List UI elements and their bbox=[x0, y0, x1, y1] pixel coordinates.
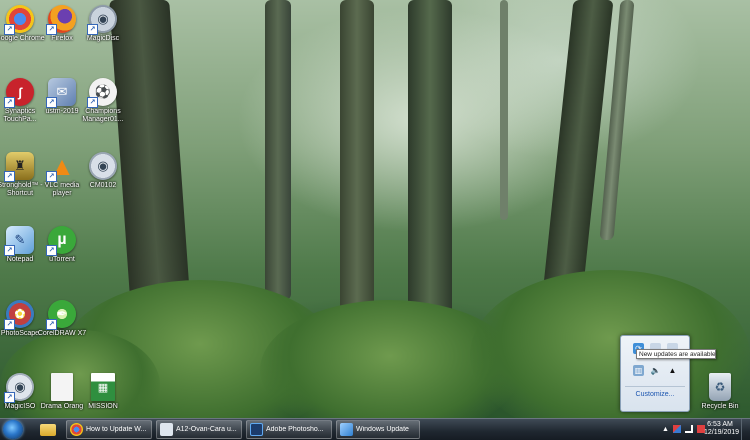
desktop-icon-notepad[interactable]: ✎ ↗ Notepad bbox=[0, 226, 42, 264]
excel-icon: ▦ bbox=[91, 373, 115, 401]
document-icon bbox=[51, 373, 73, 401]
show-hidden-icons-arrow[interactable]: ▲ bbox=[662, 426, 669, 433]
taskbar: How to Update W... A12-Ovan-Cara u... Ad… bbox=[0, 418, 750, 440]
notepad-icon: ✎ ↗ bbox=[4, 226, 34, 256]
desktop-icon-label: CorelDRAW X7 bbox=[37, 330, 87, 337]
desktop-icon-magiciso[interactable]: ◉ ↗ MagicISO bbox=[0, 373, 42, 411]
divider bbox=[625, 386, 685, 387]
document-icon bbox=[160, 423, 173, 436]
desktop-icon-magicdisc[interactable]: ◉ ↗ MagicDisc bbox=[81, 5, 125, 43]
task-windows-update[interactable]: Windows Update bbox=[336, 420, 420, 439]
desktop-icon-champions-manager[interactable]: ⚽ ↗ Champions Manager01... bbox=[81, 78, 125, 124]
task-label: Windows Update bbox=[356, 426, 409, 433]
task-photoshop[interactable]: Adobe Photosho... bbox=[246, 420, 332, 439]
tree-trunk bbox=[265, 0, 291, 300]
desktop-icon-label: uTorrent bbox=[49, 256, 75, 263]
task-label: How to Update W... bbox=[86, 426, 147, 433]
synaptics-icon: ʃ ↗ bbox=[4, 78, 34, 108]
desktop-icon-label: Champions Manager01... bbox=[82, 108, 124, 123]
coreldraw-icon: ✒ ↗ bbox=[46, 300, 76, 330]
desktop-icon-label: CM0102 bbox=[89, 182, 117, 189]
desktop-icon-synaptics[interactable]: ʃ ↗ Synaptics TouchPa... bbox=[0, 78, 42, 124]
tree-trunk bbox=[340, 0, 374, 330]
utorrent-icon: µ ↗ bbox=[46, 226, 76, 256]
network-icon: ✉ ↗ bbox=[46, 78, 76, 108]
task-chrome[interactable]: How to Update W... bbox=[66, 420, 152, 439]
customize-link[interactable]: Customize... bbox=[625, 391, 685, 398]
firefox-icon: ↗ bbox=[46, 5, 76, 35]
tree-trunk bbox=[500, 0, 508, 220]
task-label: Adobe Photosho... bbox=[266, 426, 324, 433]
desktop-icon-coreldraw[interactable]: ✒ ↗ CorelDRAW X7 bbox=[37, 300, 87, 338]
network-icon[interactable] bbox=[684, 425, 693, 433]
desktop-icon-stronghold[interactable]: ♜ ↗ Stronghold™ - Shortcut bbox=[0, 152, 43, 198]
pinned-explorer[interactable] bbox=[35, 420, 61, 439]
cd-icon: ◉ bbox=[89, 152, 117, 180]
vlc-icon: ▲ ↗ bbox=[46, 151, 76, 182]
network-tray-icon[interactable]: ▥ bbox=[633, 365, 644, 376]
system-tray: ▲ bbox=[662, 422, 707, 436]
desktop-icon-cm0102[interactable]: ◉ CM0102 bbox=[81, 152, 125, 190]
windows-update-icon bbox=[340, 423, 353, 436]
desktop-icon-photoscape[interactable]: ✿ ↗ PhotoScape bbox=[0, 300, 42, 338]
show-desktop-button[interactable] bbox=[741, 419, 750, 440]
start-button[interactable] bbox=[3, 420, 23, 439]
folder-icon bbox=[40, 423, 56, 436]
disc-icon: ◉ ↗ bbox=[87, 5, 117, 35]
desktop-icon-label: Recycle Bin bbox=[701, 403, 739, 410]
update-tooltip: New updates are available bbox=[636, 349, 716, 359]
desktop-icon-google-chrome[interactable]: ↗ Google Chrome bbox=[0, 5, 45, 43]
desktop-icon-label: MISSION bbox=[88, 403, 118, 410]
desktop-icon-mission[interactable]: ▦ MISSION bbox=[81, 373, 125, 411]
tray-overflow-popup: ⟳ ▥ 🔈 ▲ Customize... bbox=[620, 335, 690, 412]
flag-icon[interactable] bbox=[672, 425, 681, 433]
chrome-icon: ↗ bbox=[4, 5, 34, 35]
desktop-icon-utorrent[interactable]: µ ↗ uTorrent bbox=[40, 226, 84, 264]
photoscape-icon: ✿ ↗ bbox=[4, 300, 34, 330]
clock[interactable]: 6:53 AM 12/19/2019 bbox=[704, 421, 740, 437]
task-label: A12-Ovan-Cara u... bbox=[176, 426, 237, 433]
stronghold-icon: ♜ ↗ bbox=[4, 152, 34, 182]
photoshop-icon bbox=[250, 423, 263, 436]
clock-time: 6:53 AM bbox=[707, 421, 733, 428]
task-document[interactable]: A12-Ovan-Cara u... bbox=[156, 420, 242, 439]
penguin-icon[interactable]: ▲ bbox=[667, 365, 678, 376]
speaker-icon[interactable]: 🔈 bbox=[650, 365, 661, 376]
football-icon: ⚽ ↗ bbox=[87, 78, 117, 108]
recycle-bin-icon: ♻ bbox=[709, 373, 731, 401]
desktop-icon-vlc[interactable]: ▲ ↗ VLC media player bbox=[40, 151, 84, 198]
clock-date: 12/19/2019 bbox=[704, 429, 740, 436]
chrome-icon bbox=[70, 423, 83, 436]
desktop-icon-recycle-bin[interactable]: ♻ Recycle Bin bbox=[698, 373, 742, 411]
magiciso-icon: ◉ ↗ bbox=[4, 373, 34, 403]
desktop-icon-label: MagicDisc bbox=[86, 35, 120, 42]
